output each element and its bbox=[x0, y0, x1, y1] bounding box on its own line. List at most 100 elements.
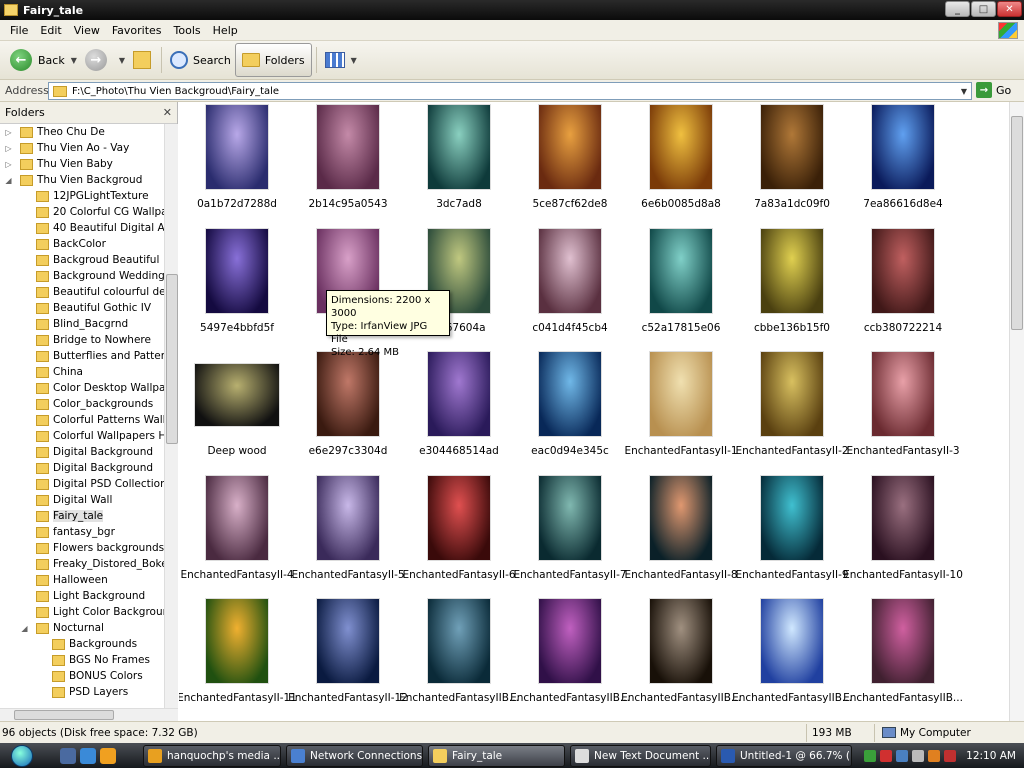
go-button[interactable]: → Go bbox=[976, 82, 1011, 98]
folder-tree-item[interactable]: Halloween bbox=[0, 572, 164, 588]
tray-app-icon[interactable] bbox=[928, 749, 941, 762]
menu-help[interactable]: Help bbox=[207, 24, 244, 37]
file-thumbnail[interactable]: EnchantedFantasyII-11 bbox=[179, 598, 297, 708]
back-button[interactable]: ← Back ▼ bbox=[6, 44, 81, 76]
taskbar-button[interactable]: Fairy_tale bbox=[428, 745, 565, 767]
expand-toggle-icon[interactable]: ▷ bbox=[4, 128, 13, 137]
folder-tree-item[interactable]: ▷ Thu Vien Ao - Vay bbox=[0, 140, 164, 156]
media-player-icon[interactable] bbox=[100, 747, 116, 764]
taskbar-button[interactable]: hanquochp's media ... bbox=[143, 745, 281, 767]
folder-tree-item[interactable]: Butterflies and Patterns bbox=[0, 348, 164, 364]
file-thumbnail[interactable]: e304468514ad bbox=[405, 351, 513, 461]
folder-tree-item[interactable]: BONUS Colors bbox=[0, 668, 164, 684]
folder-tree-item[interactable]: Freaky_Distored_Bokeh bbox=[0, 556, 164, 572]
folder-tree-item[interactable]: Blind_Bacgrnd bbox=[0, 316, 164, 332]
taskbar-button[interactable]: Network Connections bbox=[286, 745, 423, 767]
file-thumbnail[interactable]: EnchantedFantasyII-8 bbox=[624, 474, 738, 585]
file-thumbnail[interactable]: EnchantedFantasyII-7 bbox=[513, 474, 627, 585]
folder-tree-item[interactable]: Fairy_tale bbox=[0, 508, 164, 524]
file-thumbnail[interactable]: 7ea86616d8e4 bbox=[849, 104, 957, 214]
file-thumbnail[interactable]: 5497e4bbfd5f bbox=[183, 227, 291, 338]
scrollbar-thumb[interactable] bbox=[166, 274, 178, 444]
folder-tree-item[interactable]: ◢ Nocturnal bbox=[0, 620, 164, 636]
file-thumbnail[interactable]: EnchantedFantasyII-6 bbox=[402, 474, 516, 585]
chevron-down-icon[interactable]: ▼ bbox=[119, 56, 125, 65]
folder-tree-item[interactable]: Color Desktop Wallpap bbox=[0, 380, 164, 396]
folder-tree-item[interactable]: Light Color Background bbox=[0, 604, 164, 620]
folder-tree-item[interactable]: BackColor bbox=[0, 236, 164, 252]
acrobat-icon[interactable] bbox=[880, 749, 893, 762]
file-thumbnail[interactable]: EnchantedFantasyII-3 bbox=[846, 351, 960, 461]
file-thumbnail[interactable]: EnchantedFantasyII-12 bbox=[288, 598, 408, 708]
folder-tree-item[interactable]: PSD Layers bbox=[0, 684, 164, 700]
forward-button[interactable]: → ▼ bbox=[81, 44, 129, 76]
folder-tree-item[interactable]: 20 Colorful CG Wallpap bbox=[0, 204, 164, 220]
menu-favorites[interactable]: Favorites bbox=[106, 24, 168, 37]
up-button[interactable] bbox=[129, 44, 157, 76]
folder-tree-item[interactable]: Digital Wall bbox=[0, 492, 164, 508]
file-thumbnail[interactable]: EnchantedFantasyIIB... bbox=[510, 598, 630, 708]
folder-tree-item[interactable]: Backgrounds bbox=[0, 636, 164, 652]
folder-tree-item[interactable]: Digital Background bbox=[0, 444, 164, 460]
file-thumbnail[interactable]: c52a17815e06 bbox=[627, 227, 735, 338]
folder-tree-item[interactable]: Flowers backgrounds bbox=[0, 540, 164, 556]
file-thumbnail[interactable]: e6e297c3304d bbox=[294, 351, 402, 461]
file-thumbnail[interactable]: EnchantedFantasyII-2 bbox=[735, 351, 849, 461]
menu-file[interactable]: File bbox=[4, 24, 34, 37]
file-thumbnail[interactable]: 0a1b72d7288d bbox=[183, 104, 291, 214]
file-thumbnail[interactable]: cbbe136b15f0 bbox=[738, 227, 846, 338]
chevron-down-icon[interactable]: ▼ bbox=[71, 56, 77, 65]
folder-tree-item[interactable]: fantasy_bgr bbox=[0, 524, 164, 540]
file-thumbnail[interactable]: EnchantedFantasyII-5 bbox=[291, 474, 405, 585]
folder-tree-item[interactable]: Color_backgrounds bbox=[0, 396, 164, 412]
file-thumbnail[interactable]: 6e6b0085d8a8 bbox=[627, 104, 735, 214]
search-button[interactable]: Search bbox=[166, 44, 235, 76]
folder-tree-item[interactable]: Colorful Patterns Wall bbox=[0, 412, 164, 428]
file-thumbnail[interactable]: 3dc7ad8 bbox=[405, 104, 513, 214]
folder-tree-item[interactable]: Background Wedding bbox=[0, 268, 164, 284]
file-thumbnail[interactable]: Deep wood bbox=[183, 351, 291, 461]
address-input[interactable]: F:\C_Photo\Thu Vien Backgroud\Fairy_tale… bbox=[48, 82, 972, 100]
file-thumbnail[interactable]: EnchantedFantasyIIB... bbox=[732, 598, 852, 708]
maximize-button[interactable]: □ bbox=[971, 1, 996, 17]
chevron-down-icon[interactable]: ▼ bbox=[351, 56, 357, 65]
file-thumbnail[interactable]: 7a83a1dc09f0 bbox=[738, 104, 846, 214]
scrollbar-thumb[interactable] bbox=[14, 710, 114, 720]
expand-toggle-icon[interactable]: ▷ bbox=[4, 160, 13, 169]
network-icon[interactable] bbox=[896, 749, 909, 762]
tray-app-icon[interactable] bbox=[944, 749, 957, 762]
folder-tree-item[interactable]: Beautiful Gothic IV bbox=[0, 300, 164, 316]
folder-tree-item[interactable]: Beautiful colourful desi bbox=[0, 284, 164, 300]
volume-icon[interactable] bbox=[912, 749, 925, 762]
folder-tree-item[interactable]: 40 Beautiful Digital Art bbox=[0, 220, 164, 236]
folder-tree-item[interactable]: ◢ Thu Vien Backgroud bbox=[0, 172, 164, 188]
folder-tree-vertical-scrollbar[interactable] bbox=[164, 124, 178, 710]
scrollbar-thumb[interactable] bbox=[1011, 116, 1023, 330]
file-thumbnail[interactable]: 2b14c95a0543 bbox=[294, 104, 402, 214]
folder-tree-item[interactable]: Digital PSD Collection N bbox=[0, 476, 164, 492]
close-icon[interactable]: ✕ bbox=[163, 106, 172, 119]
folder-tree-item[interactable]: Digital Background bbox=[0, 460, 164, 476]
folder-tree-item[interactable]: 12JPGLightTexture bbox=[0, 188, 164, 204]
file-thumbnail[interactable]: EnchantedFantasyIIB... bbox=[843, 598, 963, 708]
start-button[interactable] bbox=[0, 743, 44, 768]
file-thumbnail[interactable]: ccb380722214 bbox=[849, 227, 957, 338]
taskbar-button[interactable]: Untitled-1 @ 66.7% (... bbox=[716, 745, 852, 767]
file-thumbnail[interactable]: EnchantedFantasyII-9 bbox=[735, 474, 849, 585]
folder-tree-item[interactable]: ▷ Thu Vien Baby bbox=[0, 156, 164, 172]
file-thumbnail[interactable]: EnchantedFantasyII-4 bbox=[180, 474, 294, 585]
folder-tree-item[interactable]: Backgroud Beautiful bbox=[0, 252, 164, 268]
file-thumbnail[interactable]: c041d4f45cb4 bbox=[516, 227, 624, 338]
close-button[interactable]: ✕ bbox=[997, 1, 1022, 17]
folder-tree-item[interactable]: Colorful Wallpapers HD bbox=[0, 428, 164, 444]
tray-app-icon[interactable] bbox=[864, 749, 877, 762]
content-vertical-scrollbar[interactable] bbox=[1009, 102, 1024, 721]
file-thumbnail[interactable]: 5ce87cf62de8 bbox=[516, 104, 624, 214]
folder-tree-item[interactable]: Light Background bbox=[0, 588, 164, 604]
chevron-down-icon[interactable]: ▼ bbox=[957, 83, 971, 99]
minimize-button[interactable]: _ bbox=[945, 1, 970, 17]
file-thumbnail[interactable]: eac0d94e345c bbox=[516, 351, 624, 461]
expand-toggle-icon[interactable]: ◢ bbox=[4, 176, 13, 185]
internet-explorer-icon[interactable] bbox=[80, 747, 96, 764]
menu-view[interactable]: View bbox=[68, 24, 106, 37]
